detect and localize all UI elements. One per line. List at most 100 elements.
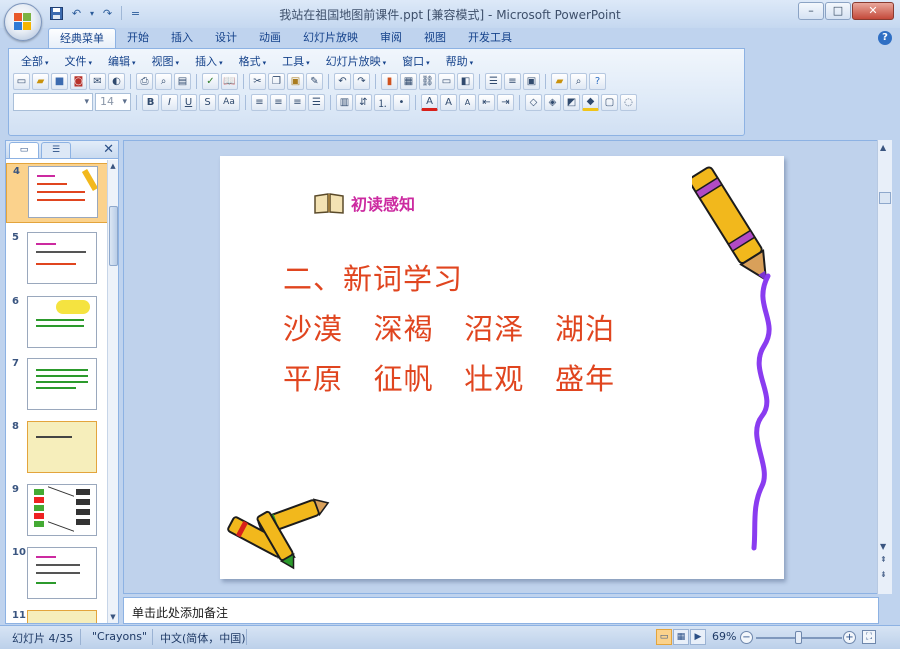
new-slide-icon[interactable]: ▭ — [438, 73, 455, 90]
italic-button[interactable]: I — [161, 93, 178, 111]
language-indicator[interactable]: 中文(简体，中国) — [160, 630, 246, 646]
paste-icon[interactable]: ▣ — [287, 73, 304, 90]
cut-icon[interactable]: ✂ — [249, 73, 266, 90]
thumbnail-scrollbar[interactable]: ▲ ▼ — [107, 160, 118, 623]
new-file-icon[interactable]: ▭ — [13, 73, 30, 90]
quick-styles-icon[interactable]: ◩ — [563, 93, 580, 111]
normal-view-icon[interactable]: ▭ — [656, 629, 672, 645]
previous-slide-icon[interactable]: ⇞ — [880, 555, 887, 564]
bold-button[interactable]: B — [142, 93, 159, 111]
decrease-indent-icon[interactable]: ⇤ — [478, 93, 495, 111]
chart-icon[interactable]: ▮ — [381, 73, 398, 90]
maximize-button[interactable]: □ — [825, 2, 851, 20]
menu-help[interactable]: 帮助 ▾ — [438, 53, 482, 70]
tab-home[interactable]: 开始 — [116, 28, 160, 48]
zoom-out-icon[interactable]: − — [740, 631, 753, 644]
editor-scrollbar[interactable]: ▲ ▼ ⇞ ⇟ — [877, 140, 892, 594]
font-color-icon[interactable]: A — [421, 93, 438, 111]
tab-review[interactable]: 审阅 — [369, 28, 413, 48]
scrollbar-thumb[interactable] — [109, 206, 118, 266]
shadow-button[interactable]: S — [199, 93, 216, 111]
grid-icon[interactable]: ▣ — [523, 73, 540, 90]
menu-file[interactable]: 文件 ▾ — [57, 53, 101, 70]
research-book-icon[interactable]: 📖 — [221, 73, 238, 90]
change-case-button[interactable]: Aa — [218, 93, 240, 111]
expand-icon[interactable]: ☰ — [485, 73, 502, 90]
zoom-in-icon[interactable]: + — [843, 631, 856, 644]
minimize-button[interactable]: – — [798, 2, 824, 20]
zoom-slider-knob[interactable] — [795, 631, 802, 644]
folder-icon[interactable]: ▰ — [551, 73, 568, 90]
font-size-combo[interactable]: 14 — [95, 93, 131, 111]
slide-thumbnail[interactable]: 9 — [6, 482, 109, 542]
research-icon[interactable]: ▤ — [174, 73, 191, 90]
menu-view[interactable]: 视图 ▾ — [144, 53, 188, 70]
zoom-level[interactable]: 69% — [712, 630, 736, 643]
align-center-icon[interactable]: ≡ — [270, 93, 287, 111]
menu-window[interactable]: 窗口 ▾ — [394, 53, 438, 70]
slide-thumbnail[interactable]: 5 — [6, 230, 109, 290]
slide-thumbnail[interactable]: 11 — [6, 608, 109, 623]
menu-edit[interactable]: 编辑 ▾ — [100, 53, 144, 70]
tab-slides-icon[interactable]: ▭ — [9, 142, 39, 158]
slide-thumbnail[interactable]: 7 — [6, 356, 109, 416]
redo-icon[interactable]: ↷ — [353, 73, 370, 90]
menu-slideshow[interactable]: 幻灯片放映 ▾ — [318, 53, 395, 70]
tab-slideshow[interactable]: 幻灯片放映 — [292, 28, 369, 48]
open-folder-icon[interactable]: ▰ — [32, 73, 49, 90]
attach-icon[interactable]: ◐ — [108, 73, 125, 90]
scroll-down-icon[interactable]: ▼ — [880, 542, 886, 551]
shape-outline-icon[interactable]: ▢ — [601, 93, 618, 111]
tab-design[interactable]: 设计 — [204, 28, 248, 48]
copy-icon[interactable]: ❐ — [268, 73, 285, 90]
increase-indent-icon[interactable]: ⇥ — [497, 93, 514, 111]
menu-all[interactable]: 全部 ▾ — [13, 53, 57, 70]
slide-thumbnail[interactable]: 4 — [6, 163, 109, 223]
shape-fill-icon[interactable]: ◆ — [582, 93, 599, 111]
shapes-icon[interactable]: ◇ — [525, 93, 542, 111]
text-direction-icon[interactable]: ⇵ — [355, 93, 372, 111]
scroll-up-icon[interactable]: ▲ — [108, 162, 118, 170]
print-icon[interactable]: ⎙ — [136, 73, 153, 90]
slide-thumbnail[interactable]: 10 — [6, 545, 109, 605]
scroll-up-icon[interactable]: ▲ — [880, 143, 886, 152]
menu-format[interactable]: 格式 ▾ — [231, 53, 275, 70]
scroll-down-icon[interactable]: ▼ — [108, 613, 118, 621]
underline-button[interactable]: U — [180, 93, 197, 111]
columns-icon[interactable]: ▥ — [336, 93, 353, 111]
print-preview-icon[interactable]: ⌕ — [155, 73, 172, 90]
arrange-icon[interactable]: ◈ — [544, 93, 561, 111]
notes-pane[interactable]: 单击此处添加备注 — [123, 597, 879, 624]
menu-insert[interactable]: 插入 ▾ — [187, 53, 231, 70]
font-name-combo[interactable] — [13, 93, 93, 111]
undo-icon[interactable]: ↶ — [334, 73, 351, 90]
email-icon[interactable]: ✉ — [89, 73, 106, 90]
help-icon[interactable]: ? — [589, 73, 606, 90]
hyperlink-icon[interactable]: ⛓ — [419, 73, 436, 90]
close-button[interactable]: ✕ — [852, 2, 894, 20]
fit-to-window-icon[interactable]: ⛶ — [862, 630, 876, 644]
save-icon[interactable]: ■ — [51, 73, 68, 90]
slide-canvas[interactable]: 初读感知 二、新词学习 沙漠 深褐 沼泽 湖泊 平原 征帆 壮观 盛年 — [220, 156, 784, 579]
slide-sorter-icon[interactable]: ▦ — [673, 629, 689, 645]
slideshow-icon[interactable]: ▶ — [690, 629, 706, 645]
tab-view[interactable]: 视图 — [413, 28, 457, 48]
justify-icon[interactable]: ☰ — [308, 93, 325, 111]
show-formatting-icon[interactable]: ≡ — [504, 73, 521, 90]
tab-outline-icon[interactable]: ☰ — [41, 142, 71, 158]
slide-thumbnail[interactable]: 6 — [6, 294, 109, 354]
tab-classic-menu[interactable]: 经典菜单 — [48, 28, 116, 48]
tab-animations[interactable]: 动画 — [248, 28, 292, 48]
scrollbar-thumb[interactable] — [879, 192, 891, 204]
menu-tools[interactable]: 工具 ▾ — [274, 53, 318, 70]
help-icon[interactable]: ? — [878, 31, 892, 45]
bullets-icon[interactable]: • — [393, 93, 410, 111]
office-button[interactable] — [4, 3, 42, 41]
tab-developer[interactable]: 开发工具 — [457, 28, 523, 48]
grow-font-icon[interactable]: A — [440, 93, 457, 111]
permission-icon[interactable]: ◙ — [70, 73, 87, 90]
align-left-icon[interactable]: ≡ — [251, 93, 268, 111]
spelling-icon[interactable]: ✓ — [202, 73, 219, 90]
shape-effects-icon[interactable]: ◌ — [620, 93, 637, 111]
align-right-icon[interactable]: ≡ — [289, 93, 306, 111]
